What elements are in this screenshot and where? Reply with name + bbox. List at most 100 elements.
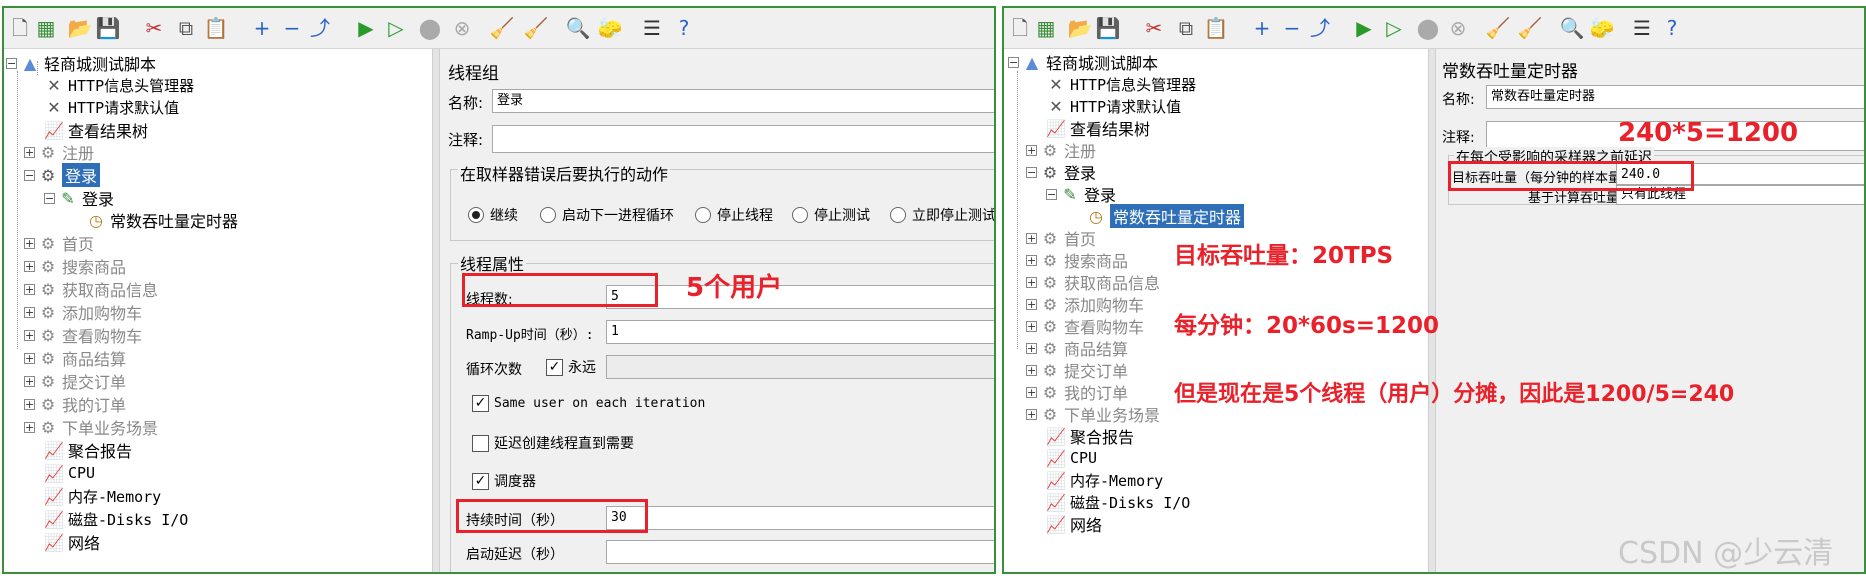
new-icon[interactable]: 🗋 [8, 16, 32, 40]
radio-start-next-loop[interactable]: 启动下一进程循环 [540, 205, 674, 225]
clear-all-icon[interactable]: 🧹 [524, 16, 549, 40]
expand-toggle-icon[interactable]: + [1026, 298, 1037, 310]
collapse-icon[interactable]: − [280, 16, 304, 40]
open-icon[interactable]: 📂 [1068, 16, 1093, 40]
toggle-icon[interactable]: ⤴ [308, 16, 332, 40]
start-icon[interactable]: ▶ [1352, 16, 1376, 40]
radio-stop-test-now[interactable]: 立即停止测试 [890, 205, 994, 225]
expand-toggle-icon[interactable]: + [1026, 320, 1037, 332]
tree-node-register[interactable]: + ⚙ 注册 [1026, 139, 1096, 161]
cut-icon[interactable]: ✂ [142, 16, 166, 40]
start-icon[interactable]: ▶ [354, 16, 378, 40]
toggle-icon[interactable]: ⤴ [1308, 16, 1332, 40]
forever-checkbox[interactable]: ✓ 永远 [546, 357, 596, 377]
expand-toggle-icon[interactable]: + [24, 260, 35, 272]
name-input[interactable]: 登录 [492, 89, 994, 113]
collapse-toggle-icon[interactable]: − [24, 169, 35, 181]
copy-icon[interactable]: ⧉ [1174, 16, 1198, 40]
tree-node-timer[interactable]: ◷ 常数吞吐量定时器 [1086, 204, 1245, 228]
expand-toggle-icon[interactable]: + [24, 421, 35, 433]
tree-node-add-cart[interactable]: + ⚙ 添加购物车 [1026, 293, 1144, 315]
comment-input[interactable] [492, 125, 994, 153]
rampup-input[interactable]: 1 [606, 320, 994, 344]
startup-delay-input[interactable] [606, 540, 994, 564]
cut-icon[interactable]: ✂ [1142, 16, 1166, 40]
expand-toggle-icon[interactable]: + [1026, 144, 1037, 156]
expand-toggle-icon[interactable]: + [24, 375, 35, 387]
search-icon[interactable]: 🔍 [1560, 16, 1585, 40]
pane-splitter[interactable] [432, 49, 440, 572]
scheduler-checkbox[interactable]: ✓ 调度器 [472, 471, 536, 491]
open-icon[interactable]: 📂 [68, 16, 93, 40]
expand-toggle-icon[interactable]: + [24, 329, 35, 341]
tree-node-submit-order[interactable]: + ⚙ 提交订单 [24, 370, 126, 392]
tree-node-goods-info[interactable]: + ⚙ 获取商品信息 [1026, 271, 1160, 293]
copy-icon[interactable]: ⧉ [174, 16, 198, 40]
tree-node-root[interactable]: − ▲ 轻商城测试脚本 [6, 52, 156, 74]
expand-toggle-icon[interactable]: + [24, 398, 35, 410]
tree-node-network[interactable]: 📈 网络 [44, 531, 100, 554]
collapse-toggle-icon[interactable]: − [44, 192, 55, 204]
function-helper-icon[interactable]: ☰ [640, 16, 664, 40]
help-icon[interactable]: ? [1660, 16, 1684, 40]
tree-node-checkout[interactable]: + ⚙ 商品结算 [24, 347, 126, 369]
name-input[interactable]: 常数吞吐量定时器 [1486, 85, 1864, 109]
radio-stop-test[interactable]: 停止测试 [792, 205, 870, 225]
tree-node-cpu[interactable]: 📈 CPU [1046, 447, 1097, 469]
stop-icon[interactable]: ⬤ [1416, 16, 1440, 40]
loop-count-input[interactable] [606, 355, 994, 379]
function-helper-icon[interactable]: ☰ [1630, 16, 1654, 40]
tree-node-header-manager[interactable]: ✕ HTTP信息头管理器 [1046, 73, 1196, 95]
tree-node-order-scene[interactable]: + ⚙ 下单业务场景 [24, 416, 158, 438]
tree-node-submit-order[interactable]: + ⚙ 提交订单 [1026, 359, 1128, 381]
collapse-icon[interactable]: − [1280, 16, 1304, 40]
tree-node-memory[interactable]: 📈 内存-Memory [44, 485, 161, 507]
tree-node-request-defaults[interactable]: ✕ HTTP请求默认值 [44, 96, 179, 118]
save-icon[interactable]: 💾 [96, 16, 121, 40]
expand-toggle-icon[interactable]: + [1026, 232, 1037, 244]
expand-toggle-icon[interactable]: + [1026, 364, 1037, 376]
clear-icon[interactable]: 🧹 [490, 16, 515, 40]
tree-node-request-defaults[interactable]: ✕ HTTP请求默认值 [1046, 95, 1181, 117]
shutdown-icon[interactable]: ⊗ [1446, 16, 1470, 40]
same-user-checkbox[interactable]: ✓ Same user on each iteration [472, 395, 705, 412]
expand-toggle-icon[interactable]: + [24, 306, 35, 318]
expand-toggle-icon[interactable]: + [24, 237, 35, 249]
expand-icon[interactable]: + [250, 16, 274, 40]
tree-node-results-tree[interactable]: 📈 查看结果树 [1046, 117, 1150, 140]
help-icon[interactable]: ? [672, 16, 696, 40]
tree-node-view-cart[interactable]: + ⚙ 查看购物车 [1026, 315, 1144, 337]
tree-node-timer[interactable]: ◷ 常数吞吐量定时器 [86, 209, 238, 232]
search-icon[interactable]: 🔍 [566, 16, 591, 40]
tree-node-login-group[interactable]: − ⚙ 登录 [1026, 161, 1096, 183]
tree-node-checkout[interactable]: + ⚙ 商品结算 [1026, 337, 1128, 359]
tree-node-order-scene[interactable]: + ⚙ 下单业务场景 [1026, 403, 1160, 425]
collapse-toggle-icon[interactable]: − [1008, 56, 1019, 68]
tree-node-memory[interactable]: 📈 内存-Memory [1046, 469, 1163, 491]
clear-all-icon[interactable]: 🧹 [1518, 16, 1543, 40]
shutdown-icon[interactable]: ⊗ [450, 16, 474, 40]
tree-node-network[interactable]: 📈 网络 [1046, 513, 1102, 536]
collapse-toggle-icon[interactable]: − [6, 57, 17, 69]
collapse-toggle-icon[interactable]: − [1046, 188, 1057, 200]
reset-search-icon[interactable]: 🧽 [598, 16, 623, 40]
tree-node-aggregate-report[interactable]: 📈 聚合报告 [1046, 425, 1134, 448]
start-no-timers-icon[interactable]: ▷ [1382, 16, 1406, 40]
radio-continue[interactable]: 继续 [468, 205, 518, 225]
tree-node-register[interactable]: + ⚙ 注册 [24, 141, 94, 163]
radio-stop-thread[interactable]: 停止线程 [695, 205, 773, 225]
tree-node-aggregate-report[interactable]: 📈 聚合报告 [44, 439, 132, 462]
tree-node-disks[interactable]: 📈 磁盘-Disks I/O [1046, 491, 1190, 513]
tree-node-cpu[interactable]: 📈 CPU [44, 462, 95, 484]
expand-toggle-icon[interactable]: + [1026, 254, 1037, 266]
reset-search-icon[interactable]: 🧽 [1590, 16, 1615, 40]
tree-node-login-sampler[interactable]: − ✎ 登录 [44, 187, 114, 209]
collapse-toggle-icon[interactable]: − [1026, 166, 1037, 178]
tree-node-view-cart[interactable]: + ⚙ 查看购物车 [24, 324, 142, 346]
thread-count-input[interactable]: 5 [606, 285, 994, 309]
expand-toggle-icon[interactable]: + [24, 283, 35, 295]
expand-toggle-icon[interactable]: + [1026, 386, 1037, 398]
expand-toggle-icon[interactable]: + [24, 146, 35, 158]
expand-icon[interactable]: + [1250, 16, 1274, 40]
paste-icon[interactable]: 📋 [1204, 16, 1229, 40]
